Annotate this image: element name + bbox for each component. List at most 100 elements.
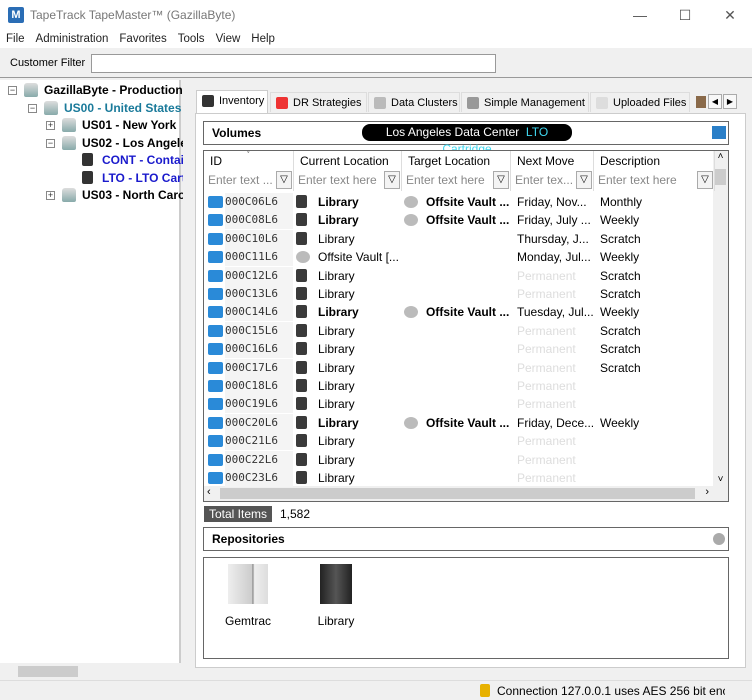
customer-tree: − GazillaByte - Production − US00 - United … — [0, 80, 215, 680]
minimize-button[interactable]: — — [620, 4, 660, 26]
tab-data-clusters[interactable]: Data Clusters — [368, 92, 460, 112]
grid-vertical-scrollbar[interactable]: ˄ ˅ — [713, 151, 728, 487]
column-header-0[interactable]: ID Enter text ... ▽ — [204, 151, 294, 191]
tree-node[interactable]: − GazillaByte - Production — [0, 82, 183, 99]
tree-expander[interactable]: − — [28, 103, 37, 113]
tab-dr-strategies[interactable]: DR Strategies — [270, 92, 367, 112]
tape-icon — [82, 170, 93, 184]
table-row[interactable]: 000C19L6 Library Permanent — [204, 395, 714, 414]
tree-expander[interactable]: + — [46, 191, 55, 200]
cell-target-location: Offsite Vault ... — [426, 415, 510, 430]
cell-current-location: Library — [318, 287, 355, 301]
column-header-4[interactable]: Description Enter text here ▽ — [594, 151, 715, 191]
column-filter-input[interactable]: Enter text here — [296, 171, 381, 189]
filter-icon[interactable]: ▽ — [276, 171, 292, 189]
volume-icon — [712, 126, 726, 139]
cell-next-move: Permanent — [517, 342, 576, 357]
tree-node[interactable]: + US03 - North Carolina — [0, 187, 206, 204]
tree-horizontal-scrollbar[interactable] — [0, 663, 181, 680]
tab-scroll-left-button[interactable]: ◀ — [708, 94, 722, 109]
cell-target-location: Offsite Vault ... — [426, 213, 510, 228]
column-header-label[interactable]: ID — [210, 154, 222, 168]
table-row[interactable]: 000C13L6 Library Permanent Scratch — [204, 285, 714, 303]
column-filter-input[interactable]: Enter tex... — [513, 171, 573, 189]
server-icon — [24, 83, 38, 97]
column-header-1[interactable]: Current Location Enter text here ▽ — [294, 151, 402, 191]
filter-icon[interactable]: ▽ — [384, 171, 400, 189]
context-repository: Los Angeles Data Center — [385, 125, 520, 139]
library-icon — [296, 379, 307, 392]
column-header-label[interactable]: Current Location — [300, 154, 389, 168]
table-row[interactable]: 000C11L6 Offsite Vault [... Monday, Jul...… — [204, 248, 714, 267]
menu-help[interactable]: Help — [245, 30, 280, 48]
maximize-button[interactable]: ☐ — [665, 4, 705, 26]
tape-library-icon — [320, 564, 352, 604]
cell-description: Weekly — [600, 250, 640, 265]
repository-label: Gemtrac — [224, 614, 271, 628]
volume-icon — [208, 361, 223, 374]
table-row[interactable]: 000C15L6 Library Permanent Scratch — [204, 321, 714, 340]
tree-expander[interactable]: − — [8, 86, 17, 95]
close-button[interactable]: ✕ — [710, 4, 750, 26]
table-row[interactable]: 000C22L6 Library Permanent — [204, 450, 714, 469]
table-row[interactable]: 000C20L6 Library Offsite Vault ... Friday, … — [204, 413, 714, 432]
tree-node[interactable]: CONT - Container — [0, 152, 203, 169]
table-row[interactable]: 000C23L6 Library Permanent — [204, 469, 714, 487]
tree-node[interactable]: + US01 - New York — [0, 117, 181, 134]
volume-icon — [208, 269, 223, 282]
table-row[interactable]: 000C06L6 Library Offsite Vault ... Friday, … — [204, 193, 714, 211]
filter-icon[interactable]: ▽ — [697, 171, 713, 189]
tree-node[interactable]: − US00 - United States — [0, 100, 181, 117]
cell-current-location: Library — [318, 342, 355, 357]
customer-filter-input[interactable] — [91, 54, 496, 73]
table-row[interactable]: 000C16L6 Library Permanent Scratch — [204, 340, 714, 359]
tab-inventory[interactable]: Inventory — [196, 90, 268, 114]
menu-administration[interactable]: Administration — [30, 30, 114, 48]
tab-label: DR Strategies — [293, 97, 362, 109]
table-row[interactable]: 000C10L6 Library Thursday, J... Scratch — [204, 229, 714, 248]
table-row[interactable]: 000C18L6 Library Permanent — [204, 377, 714, 395]
column-header-label[interactable]: Description — [600, 154, 660, 168]
repositories-title: Repositories — [212, 532, 285, 546]
cell-current-location: Library — [318, 415, 359, 430]
column-filter-input[interactable]: Enter text ... — [206, 171, 273, 189]
menu-tools[interactable]: Tools — [172, 30, 210, 48]
menu-favorites[interactable]: Favorites — [113, 30, 171, 48]
table-row[interactable]: 000C21L6 Library Permanent — [204, 432, 714, 451]
menu-file[interactable]: File — [0, 30, 30, 48]
cell-current-location: Offsite Vault [... — [318, 250, 399, 265]
status-text: Connection 127.0.0.1 uses AES 256 bit en… — [497, 684, 725, 698]
grid-horizontal-scrollbar[interactable]: ‹ › — [204, 486, 728, 501]
table-row[interactable]: 000C17L6 Library Permanent Scratch — [204, 358, 714, 377]
table-row[interactable]: 000C12L6 Library Permanent Scratch — [204, 266, 714, 285]
library-icon — [296, 305, 307, 319]
tree-expander[interactable]: + — [46, 121, 55, 130]
column-header-3[interactable]: Next Move Enter tex... ▽ — [511, 151, 594, 191]
filter-icon[interactable]: ▽ — [576, 171, 592, 189]
column-header-2[interactable]: Target Location Enter text here ▽ — [402, 151, 511, 191]
column-filter-input[interactable]: Enter text here — [596, 171, 694, 189]
table-row[interactable]: 000C08L6 Library Offsite Vault ... Friday, … — [204, 211, 714, 230]
tree-expander[interactable]: − — [46, 138, 55, 148]
tab-simple-management[interactable]: Simple Management — [461, 92, 589, 112]
gear-icon[interactable] — [713, 533, 725, 545]
management-icon — [467, 97, 479, 109]
cell-id: 000C20L6 — [225, 413, 293, 432]
repository-label: Library — [317, 614, 355, 628]
table-row[interactable]: 000C14L6 Library Offsite Vault ... Tuesday,… — [204, 303, 714, 322]
tree-node[interactable]: LTO - LTO Cartridge — [0, 170, 215, 187]
column-filter-input[interactable]: Enter text here — [404, 171, 490, 189]
filter-icon[interactable]: ▽ — [493, 171, 509, 189]
column-header-label[interactable]: Next Move — [517, 154, 574, 168]
menu-view[interactable]: View — [210, 30, 246, 48]
column-header-label[interactable]: Target Location — [408, 154, 490, 168]
cell-next-move: Permanent — [517, 434, 576, 449]
tree-node-label: GazillaByte - Production — [44, 83, 183, 97]
tree-node[interactable]: − US02 - Los Angeles — [0, 135, 194, 152]
tab-uploaded-files[interactable]: Uploaded Files — [590, 92, 690, 112]
repository-gemtrac[interactable]: Gemtrac — [208, 564, 288, 628]
repository-library[interactable]: Library — [296, 564, 376, 628]
cell-description: Scratch — [600, 323, 641, 338]
cell-next-move: Permanent — [517, 323, 576, 338]
tab-scroll-right-button[interactable]: ▶ — [723, 94, 737, 109]
